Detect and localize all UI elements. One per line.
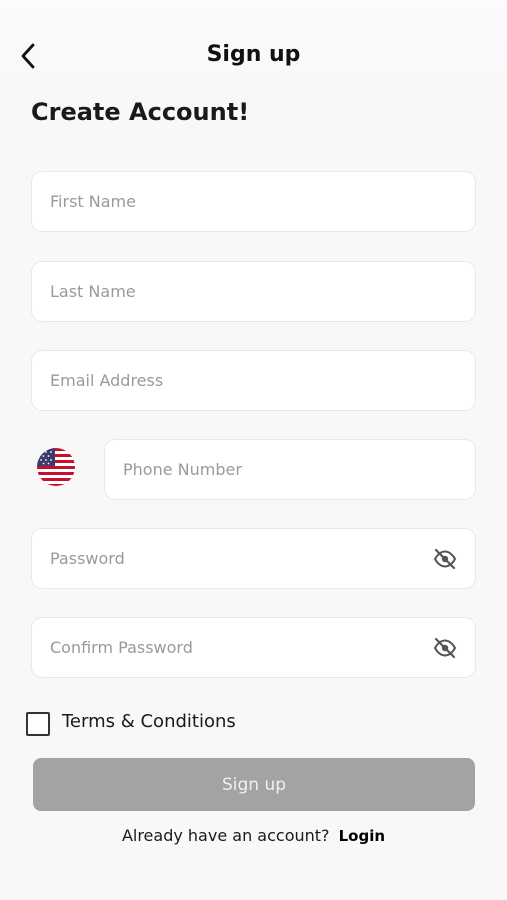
page-title: Sign up	[206, 42, 301, 67]
confirm-password-field[interactable]	[31, 617, 476, 678]
phone-input[interactable]	[105, 440, 475, 499]
create-account-heading: Create Account!	[31, 98, 250, 126]
password-input[interactable]	[32, 529, 475, 588]
sign-up-button-label: Sign up	[221, 774, 287, 795]
country-selector[interactable]	[37, 448, 75, 486]
email-input[interactable]	[32, 351, 475, 410]
first-name-input[interactable]	[32, 172, 475, 231]
first-name-field[interactable]	[31, 171, 476, 232]
terms-label[interactable]: Terms & Conditions	[62, 711, 236, 732]
eye-off-icon[interactable]	[433, 637, 457, 659]
phone-field[interactable]	[104, 439, 476, 500]
email-field[interactable]	[31, 350, 476, 411]
login-prompt-text: Already have an account?	[121, 826, 330, 845]
terms-checkbox[interactable]	[26, 712, 50, 736]
login-link[interactable]: Login	[339, 827, 385, 845]
confirm-password-input[interactable]	[32, 618, 475, 677]
app-header: Sign up	[0, 0, 507, 95]
us-flag-icon	[37, 448, 75, 486]
last-name-field[interactable]	[31, 261, 476, 322]
sign-up-button[interactable]: Sign up	[33, 758, 475, 811]
login-prompt: Already have an account? Login	[0, 826, 507, 845]
password-field[interactable]	[31, 528, 476, 589]
last-name-input[interactable]	[32, 262, 475, 321]
eye-off-icon[interactable]	[433, 548, 457, 570]
